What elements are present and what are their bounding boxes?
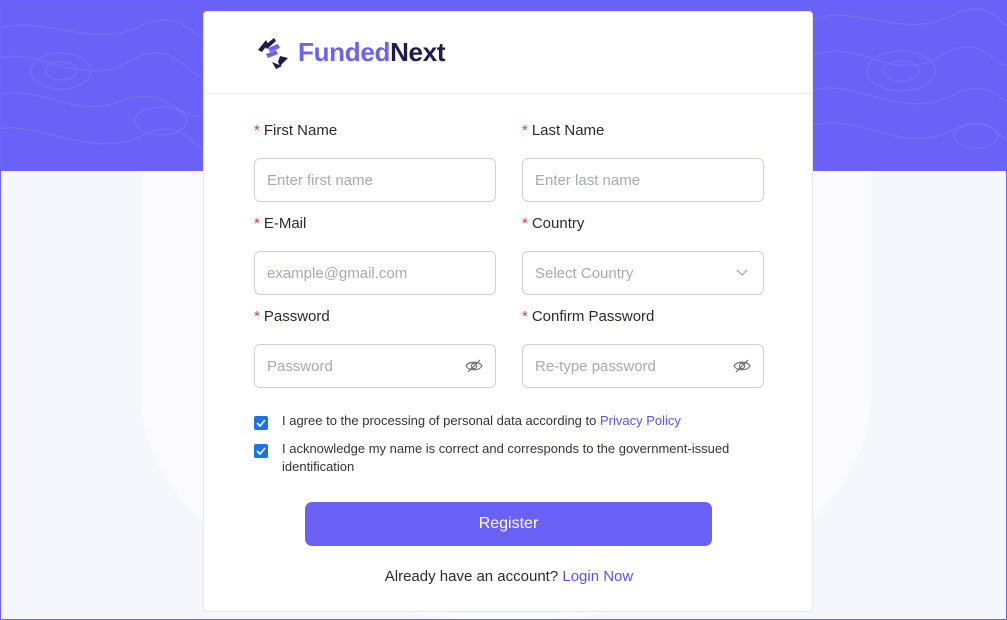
last-name-input[interactable] [535, 171, 715, 189]
checkmark-icon [256, 419, 266, 427]
form-row-contact: *E-Mail *Country Select Country [254, 213, 764, 295]
required-marker: * [254, 215, 260, 232]
checkmark-icon [256, 447, 266, 455]
funded-next-logo-icon [258, 37, 288, 69]
country-select[interactable]: Select Country [522, 251, 764, 295]
brand-name: FundedNext [298, 37, 446, 68]
identity-consent: I acknowledge my name is correct and cor… [254, 440, 774, 476]
register-card: FundedNext *First Name *Last Name [203, 11, 813, 612]
first-name-input-box[interactable] [254, 158, 496, 202]
email-label-text: E-Mail [263, 215, 307, 232]
confirm-password-input-box[interactable] [522, 344, 764, 388]
confirm-password-label-text: Confirm Password [531, 308, 655, 325]
password-input-box[interactable] [254, 344, 496, 388]
consent-section: I agree to the processing of personal da… [254, 412, 774, 486]
page-frame: FundedNext *First Name *Last Name [0, 0, 1007, 620]
last-name-field-group: * Last Name [522, 120, 764, 202]
confirm-password-field-group: * Confirm Password [522, 306, 764, 388]
registration-form: *First Name *Last Name *E-Mail [254, 120, 764, 399]
chevron-down-icon [733, 264, 751, 282]
required-marker: * [522, 122, 528, 139]
country-label-text: Country [531, 215, 585, 232]
password-label: * Password [254, 306, 496, 328]
last-name-input-box[interactable] [522, 158, 764, 202]
login-prompt-text: Already have an account? [384, 568, 559, 585]
required-marker: * [254, 122, 260, 139]
email-field-group: * E-Mail [254, 213, 496, 295]
first-name-input[interactable] [267, 171, 447, 189]
first-name-label: * First Name [254, 120, 496, 142]
identity-checkbox[interactable] [254, 444, 268, 458]
form-row-password: * Password * Confirm Password [254, 306, 764, 388]
form-row-name: *First Name *Last Name [254, 120, 764, 202]
required-marker: * [522, 215, 528, 232]
privacy-consent-text: I agree to the processing of personal da… [282, 412, 762, 430]
required-marker: * [254, 308, 260, 325]
country-select-placeholder: Select Country [535, 264, 634, 282]
last-name-label: * Last Name [522, 120, 764, 142]
brand-name-part1: Funded [298, 37, 391, 67]
brand-logo[interactable]: FundedNext [254, 36, 446, 70]
login-prompt: Already have an account? Login Now [204, 568, 814, 585]
password-field-group: * Password [254, 306, 496, 388]
first-name-label-text: First Name [263, 122, 338, 139]
last-name-label-text: Last Name [531, 122, 605, 139]
privacy-policy-link[interactable]: Privacy Policy [600, 413, 681, 428]
country-label: * Country [522, 213, 764, 235]
country-field-group: * Country Select Country [522, 213, 764, 295]
privacy-consent-label: I agree to the processing of personal da… [282, 413, 597, 428]
login-now-link[interactable]: Login Now [562, 568, 633, 585]
password-label-text: Password [263, 308, 330, 325]
register-button[interactable]: Register [305, 502, 712, 546]
brand-name-part2: Next [390, 37, 446, 67]
first-name-field-group: * First Name [254, 120, 496, 202]
email-input-box[interactable] [254, 251, 496, 295]
card-header: FundedNext [204, 12, 812, 94]
required-marker: * [522, 308, 528, 325]
eye-off-icon[interactable] [465, 357, 483, 375]
confirm-password-input[interactable] [535, 357, 715, 375]
email-input[interactable] [267, 264, 447, 282]
eye-off-icon[interactable] [733, 357, 751, 375]
privacy-consent: I agree to the processing of personal da… [254, 412, 774, 430]
identity-consent-text: I acknowledge my name is correct and cor… [282, 441, 730, 474]
confirm-password-label: * Confirm Password [522, 306, 764, 328]
email-label: * E-Mail [254, 213, 496, 235]
privacy-checkbox[interactable] [254, 416, 268, 430]
password-input[interactable] [267, 357, 447, 375]
